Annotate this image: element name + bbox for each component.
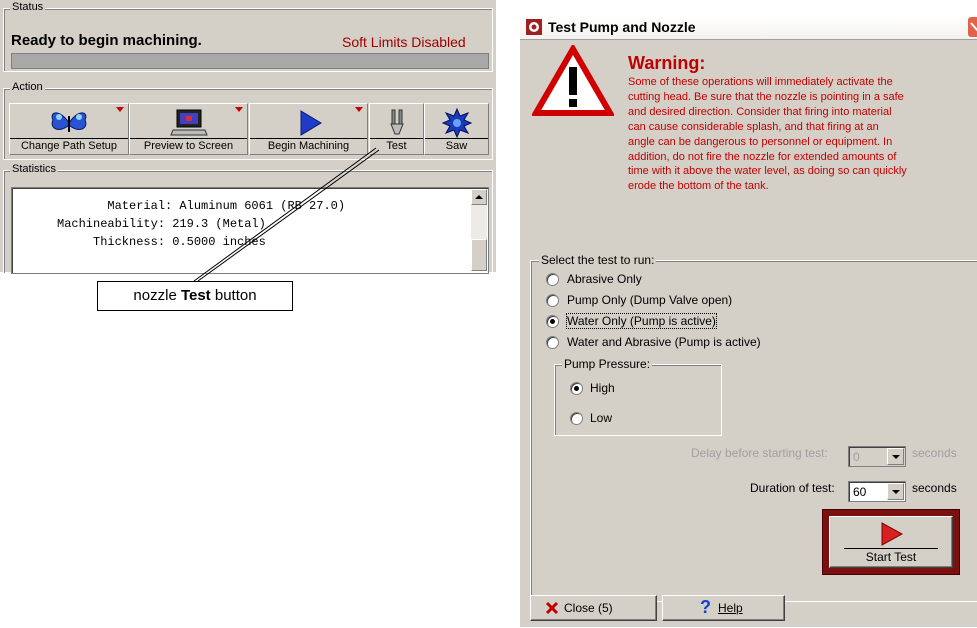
delay-select[interactable]: 0 (848, 446, 906, 467)
delay-value: 0 (853, 450, 860, 464)
close-label: Close (5) (564, 601, 613, 615)
title-bar: Test Pump and Nozzle (520, 15, 977, 40)
duration-select[interactable]: 60 (848, 481, 906, 502)
radio-pressure-high-label: High (590, 381, 615, 395)
dialog-title: Test Pump and Nozzle (548, 19, 696, 35)
radio-water-abrasive-label: Water and Abrasive (Pump is active) (567, 335, 761, 349)
test-select-caption: Select the test to run: (539, 253, 657, 267)
x-icon (545, 601, 559, 618)
delay-label: Delay before starting test: (691, 446, 828, 460)
radio-water-abrasive[interactable] (546, 336, 559, 349)
callout-text-after: button (210, 287, 257, 304)
pump-pressure-group (554, 364, 722, 436)
warning-text: Some of these operations will immediatel… (628, 75, 977, 194)
radio-abrasive-only[interactable] (546, 273, 559, 286)
warning-line: angle can be dangerous to personnel or e… (628, 135, 893, 148)
start-test-label: Start Test (844, 548, 938, 564)
warning-line: Some of these operations will immediatel… (628, 76, 893, 88)
start-test-frame: Start Test (822, 509, 960, 575)
close-window-button[interactable] (968, 17, 977, 37)
radio-pressure-low[interactable] (570, 412, 583, 425)
chevron-down-icon[interactable] (887, 483, 904, 500)
chevron-down-icon[interactable] (887, 448, 904, 465)
warning-line: can cause considerable splash, and that … (628, 120, 879, 133)
callout-box: nozzle Test button (97, 281, 293, 311)
test-pump-dialog: Test Pump and Nozzle Warning: Some of th… (519, 14, 977, 628)
warning-line: time with it above the water level, as d… (628, 165, 907, 178)
warning-line: and desired direction. Consider that fir… (628, 105, 892, 118)
warning-line: addition, do not fire the nozzle for ext… (628, 150, 897, 163)
duration-label: Duration of test: (750, 481, 835, 495)
warning-line: erode the bottom of the tank. (628, 180, 769, 193)
delay-unit: seconds (912, 446, 957, 460)
close-icon (970, 22, 977, 32)
start-test-button[interactable]: Start Test (829, 516, 953, 568)
warning-heading: Warning: (628, 53, 706, 73)
start-arrow-icon (876, 521, 906, 550)
warning-line: cutting head. Be sure that the nozzle is… (628, 90, 904, 103)
callout-text: nozzle (133, 287, 181, 304)
duration-unit: seconds (912, 481, 957, 495)
help-button[interactable]: ? Help (662, 595, 785, 621)
help-label: Help (718, 601, 743, 615)
warning-icon (530, 43, 616, 120)
radio-pump-only[interactable] (546, 294, 559, 307)
radio-water-only-label: Water Only (Pump is active) (566, 313, 717, 329)
radio-pressure-high[interactable] (570, 382, 583, 395)
duration-value: 60 (853, 485, 867, 499)
close-button[interactable]: Close (5) (530, 595, 657, 621)
radio-abrasive-only-label: Abrasive Only (567, 272, 642, 286)
radio-water-only[interactable] (546, 315, 559, 328)
callout-bold: Test (180, 287, 211, 304)
pump-pressure-caption: Pump Pressure: (562, 357, 653, 371)
app-icon (526, 19, 542, 38)
help-icon: ? (700, 597, 711, 617)
callout-leader (193, 147, 380, 282)
radio-pump-only-label: Pump Only (Dump Valve open) (567, 293, 733, 307)
radio-pressure-low-label: Low (590, 411, 613, 425)
